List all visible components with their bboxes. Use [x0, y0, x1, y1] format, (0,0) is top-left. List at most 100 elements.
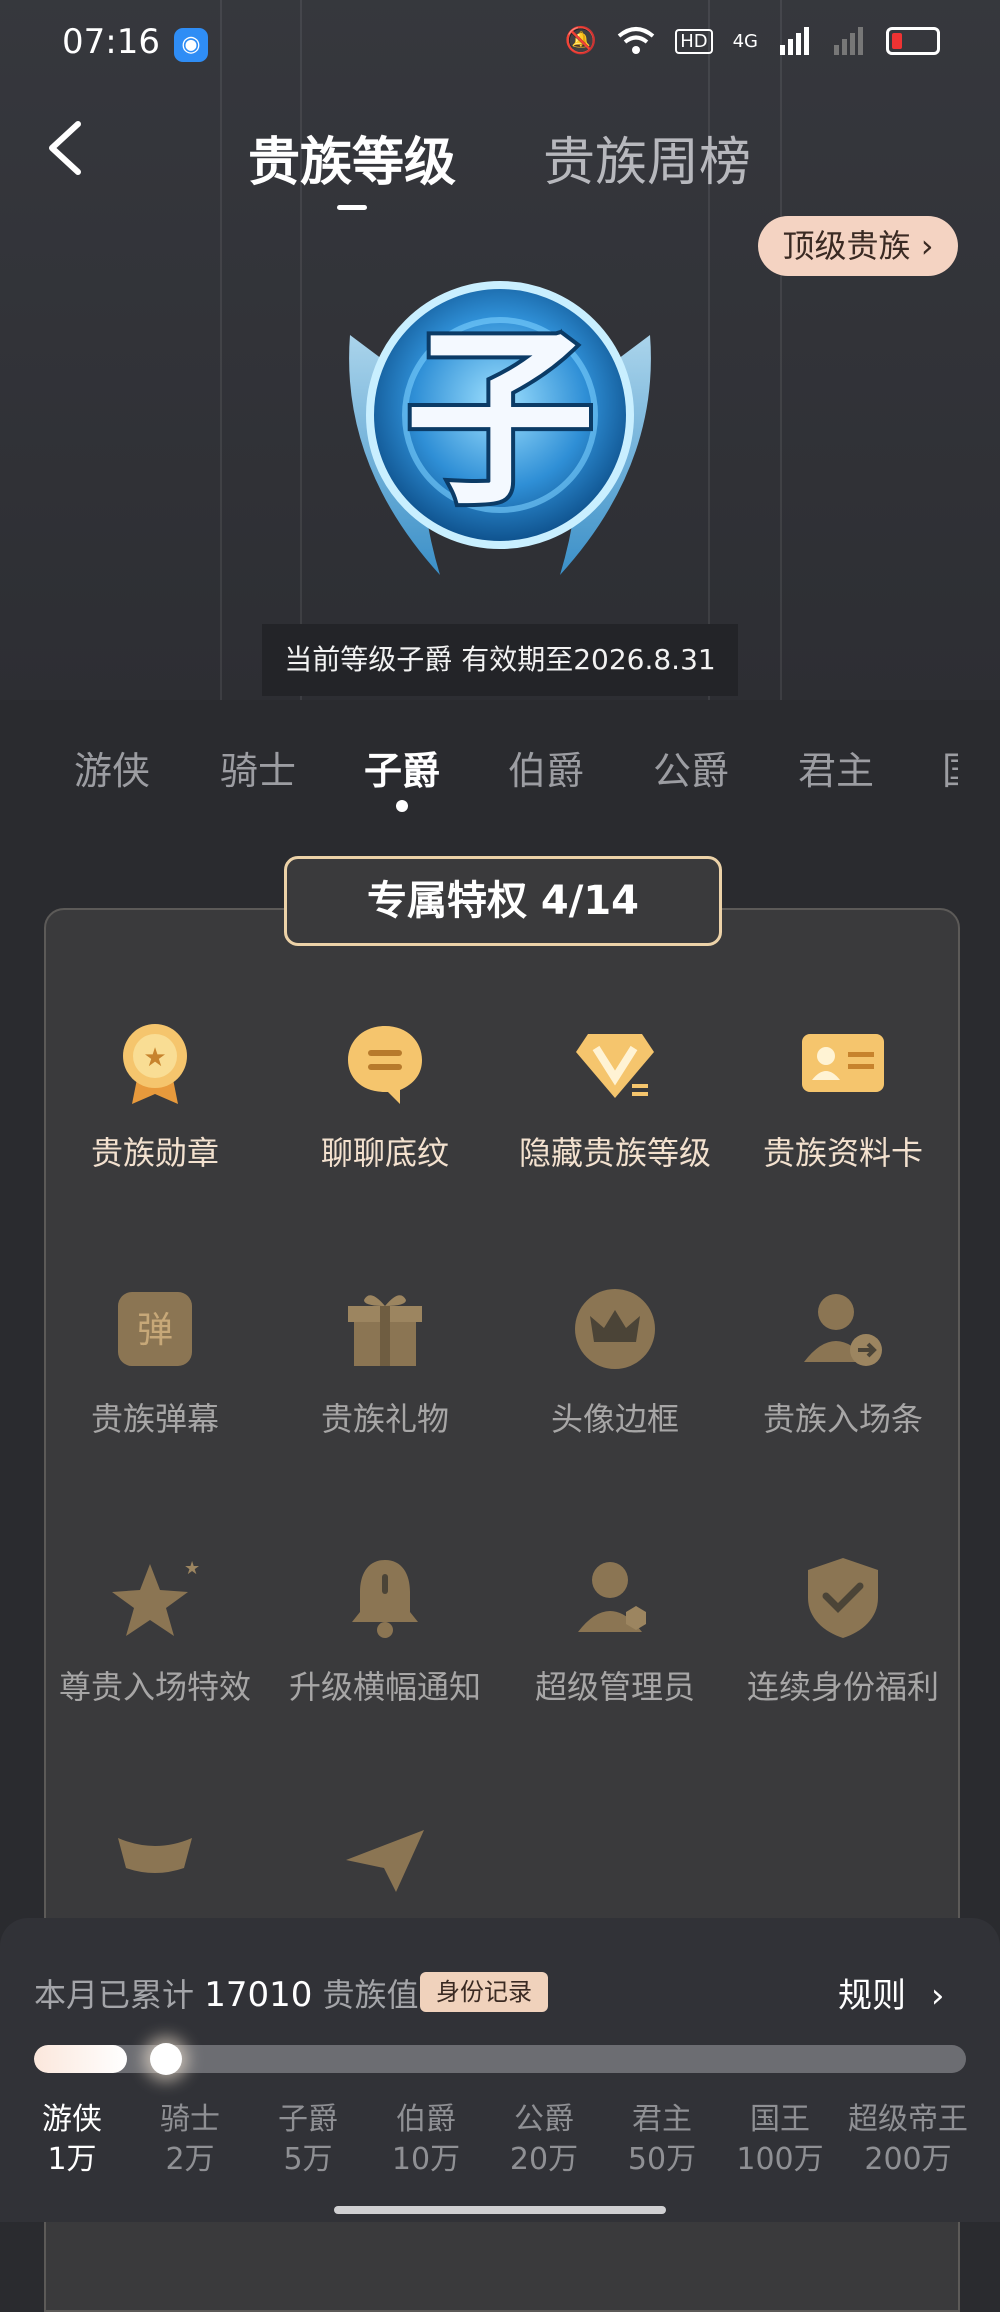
level-scale-item: 子爵 5万 — [248, 2100, 368, 2180]
level-scale-name: 超级帝王 — [848, 2102, 968, 2137]
level-tab[interactable]: 骑士 — [220, 740, 296, 795]
privilege-label: 聊聊底纹 — [320, 1134, 449, 1172]
bell-icon — [352, 1560, 418, 1638]
level-tab[interactable]: 伯爵 — [508, 740, 584, 795]
level-tab[interactable]: 子爵 — [364, 740, 440, 795]
level-tab[interactable]: 君主 — [798, 740, 874, 795]
rules-link[interactable]: 规则 › — [838, 1968, 944, 2017]
privilege-label: 升级横幅通知 — [288, 1668, 481, 1706]
level-tab[interactable]: 游侠 — [74, 740, 150, 795]
level-scale-amount: 20万 — [509, 2142, 579, 2177]
v-diamond-icon — [576, 1034, 654, 1098]
privileges-title: 专属特权 4/14 — [284, 856, 722, 946]
progress-knob — [150, 2043, 182, 2075]
level-scale-amount: 2万 — [165, 2142, 215, 2177]
privilege-label: 贵族礼物 — [320, 1400, 449, 1438]
privilege-label: 隐藏贵族等级 — [518, 1134, 711, 1172]
accumulated-text: 本月已累计 17010 贵族值 — [34, 1970, 419, 2016]
privilege-item[interactable] — [40, 1808, 270, 1918]
level-scale-item: 伯爵 10万 — [366, 2100, 486, 2180]
level-scale-item: 超级帝王 200万 — [838, 2100, 978, 2180]
privilege-label: 头像边框 — [550, 1400, 679, 1438]
viscount-badge-icon: 子 — [349, 281, 651, 575]
level-tab-dot — [396, 800, 408, 812]
level-scale-item: 国王 100万 — [720, 2100, 840, 2180]
level-scale-name: 游侠 — [42, 2102, 102, 2137]
level-scale-amount: 100万 — [736, 2142, 824, 2177]
level-tabs: 游侠 骑士 子爵 伯爵 公爵 君主 国 — [0, 740, 1000, 810]
gift-icon — [348, 1295, 422, 1366]
danmaku-icon: 弹 — [118, 1292, 192, 1366]
status-time: 07:16 — [62, 22, 160, 62]
paper-plane-icon — [346, 1830, 424, 1892]
privilege-item[interactable]: 贵族入场条 — [728, 1284, 958, 1440]
progress-fill — [34, 2045, 128, 2073]
svg-text:★: ★ — [184, 1558, 200, 1579]
level-scale-name: 伯爵 — [396, 2102, 456, 2137]
level-scale-item: 君主 50万 — [602, 2100, 722, 2180]
tab-noble-weekly[interactable]: 贵族周榜 — [543, 120, 751, 195]
chevron-right-icon: › — [930, 1976, 945, 2016]
privilege-item[interactable]: 贵族礼物 — [270, 1284, 500, 1440]
light-beam — [220, 0, 222, 700]
home-indicator[interactable] — [334, 2206, 666, 2214]
accumulated-value: 17010 — [204, 1975, 313, 2015]
mute-bell-icon: 🔕 — [564, 26, 598, 56]
baidu-icon: ◉ — [174, 28, 208, 62]
crown-frame-icon — [575, 1289, 655, 1369]
privilege-item[interactable]: ★ 贵族勋章 — [40, 1018, 270, 1174]
chevron-right-icon: › — [910, 227, 934, 265]
level-scale-item: 公爵 20万 — [484, 2100, 604, 2180]
tab-noble-level[interactable]: 贵族等级 — [248, 120, 456, 195]
privilege-item[interactable]: 贵族资料卡 — [728, 1018, 958, 1174]
accumulated-prefix: 本月已累计 — [34, 1976, 195, 2014]
level-tab[interactable]: 国 — [942, 740, 958, 795]
shield-check-icon — [808, 1558, 878, 1638]
level-scale-name: 骑士 — [160, 2102, 220, 2137]
privilege-label: 超级管理员 — [534, 1668, 695, 1706]
tab-indicator — [337, 205, 367, 210]
accumulated-suffix: 贵族值 — [322, 1976, 419, 2014]
level-scale-item: 骑士 2万 — [130, 2100, 250, 2180]
id-card-icon — [802, 1034, 884, 1092]
privilege-item[interactable]: 超级管理员 — [500, 1552, 730, 1708]
privilege-label: 尊贵入场特效 — [58, 1668, 251, 1706]
privilege-item[interactable]: 弹 贵族弹幕 — [40, 1284, 270, 1440]
medal-icon: ★ — [123, 1024, 187, 1104]
status-icons: 🔕 HD 4G — [565, 26, 940, 56]
user-enter-icon — [804, 1294, 882, 1366]
privilege-item[interactable]: ★ 尊贵入场特效 — [40, 1552, 270, 1708]
privilege-label: 贵族弹幕 — [90, 1400, 219, 1438]
badge-character: 子 — [405, 309, 595, 530]
back-arrow-icon[interactable] — [38, 118, 98, 178]
privilege-item[interactable]: 头像边框 — [500, 1284, 730, 1440]
signal-label: 4G — [732, 30, 758, 52]
level-scale-item: 游侠 1万 — [12, 2100, 132, 2180]
level-scale-name: 国王 — [750, 2102, 810, 2137]
ingot-icon — [118, 1838, 192, 1873]
level-scale-amount: 10万 — [391, 2142, 461, 2177]
hd-icon: HD — [675, 28, 713, 54]
privilege-label: 贵族入场条 — [762, 1400, 923, 1438]
level-scale-name: 子爵 — [278, 2102, 338, 2137]
wifi-icon — [617, 27, 655, 54]
chat-bubble-icon — [348, 1026, 422, 1104]
top-noble-button[interactable]: 顶级贵族 › — [758, 216, 958, 276]
level-scale-amount: 50万 — [627, 2142, 697, 2177]
level-scale-name: 君主 — [632, 2102, 692, 2137]
current-level-info: 当前等级子爵 有效期至2026.8.31 — [262, 624, 738, 696]
top-noble-label: 顶级贵族 — [782, 227, 911, 265]
privilege-item[interactable]: 连续身份福利 — [728, 1552, 958, 1708]
privilege-item[interactable]: 升级横幅通知 — [270, 1552, 500, 1708]
level-tab[interactable]: 公爵 — [653, 740, 729, 795]
rules-label: 规则 — [838, 1976, 906, 2016]
identity-record-button[interactable]: 身份记录 — [420, 1972, 548, 2012]
light-beam — [708, 0, 710, 700]
privilege-item[interactable]: 聊聊底纹 — [270, 1018, 500, 1174]
signal-icon — [780, 27, 809, 55]
privilege-item[interactable]: 隐藏贵族等级 — [500, 1018, 730, 1174]
privilege-item[interactable] — [270, 1808, 500, 1918]
privilege-label: 连续身份福利 — [746, 1668, 939, 1706]
signal-weak-icon — [834, 27, 863, 55]
level-scale-amount: 1万 — [47, 2142, 97, 2177]
